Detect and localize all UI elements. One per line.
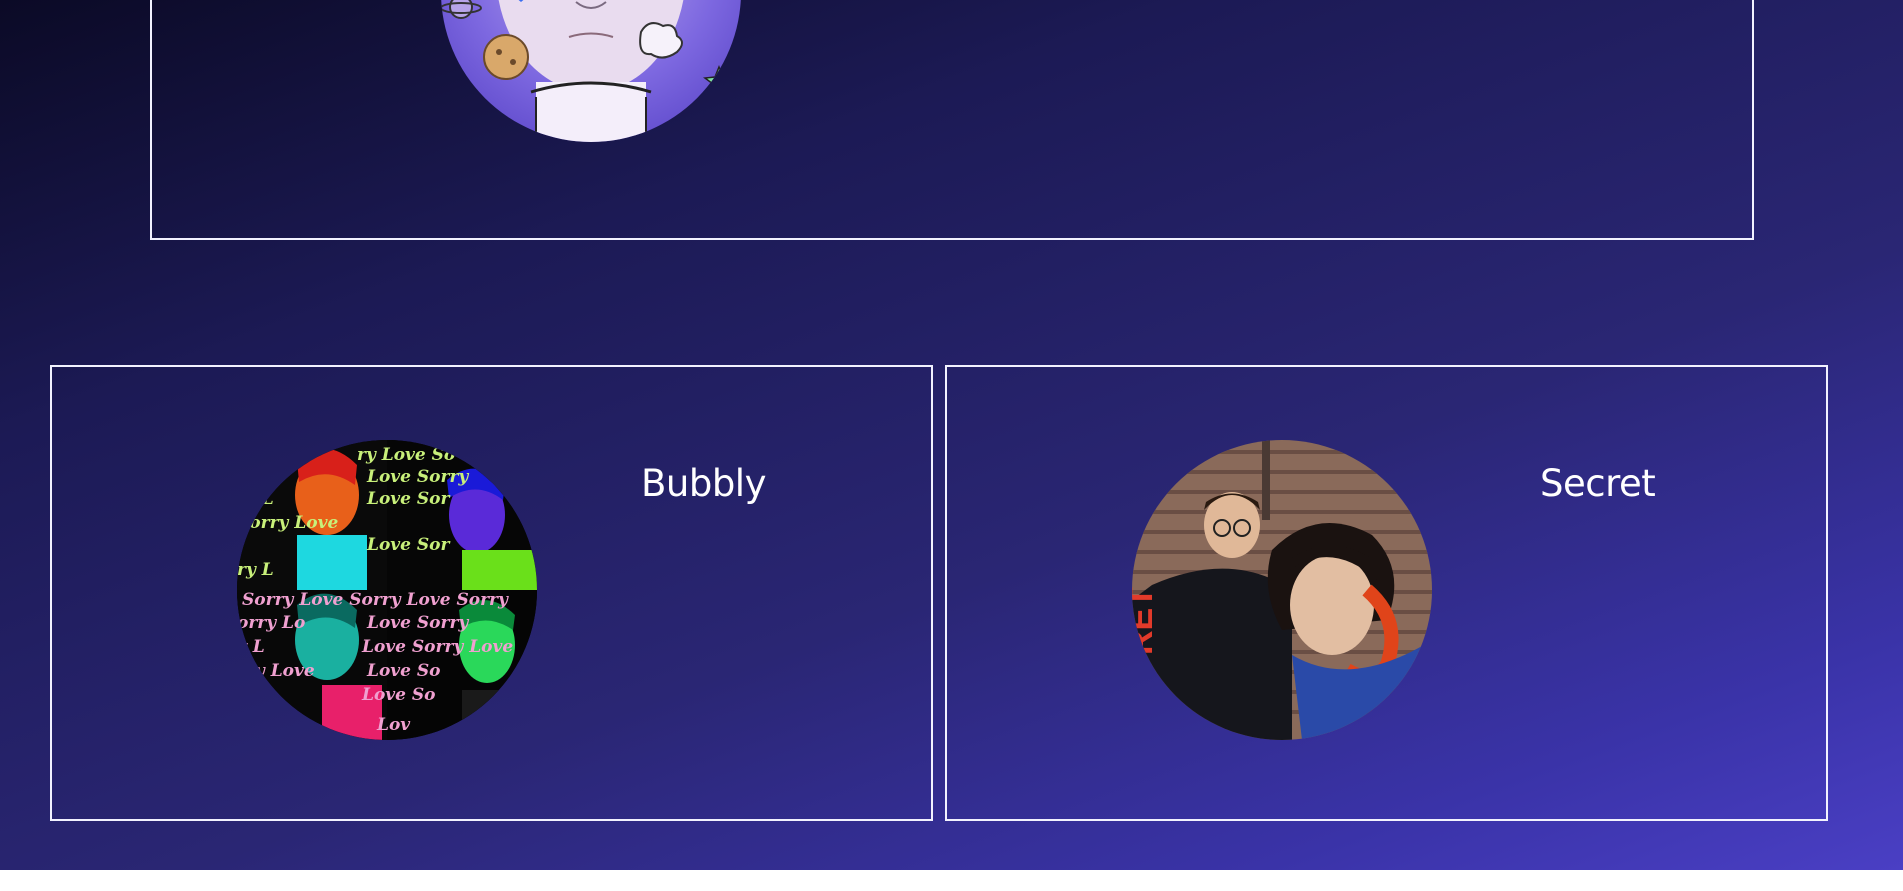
svg-text:Love Sorry Love: Love Sorry Love	[361, 637, 513, 657]
svg-text:ry L: ry L	[237, 560, 274, 580]
svg-text:Love Sor: Love Sor	[366, 535, 451, 555]
two-friends-photo-icon: RET	[1132, 440, 1432, 740]
svg-text:Love Sor: Love Sor	[366, 489, 451, 509]
svg-text:Sorry Love Sorry Love Sorry: Sorry Love Sorry Love Sorry	[242, 590, 509, 610]
svg-text:ry L: ry L	[237, 489, 274, 509]
artist-card-bubbly[interactable]: ry Love So Love Sorry ry L Love Sor Sorr…	[50, 365, 933, 821]
page-footer-strip	[0, 870, 1903, 891]
illustrated-portrait-icon	[441, 0, 741, 142]
pop-art-portrait-icon: ry Love So Love Sorry ry L Love Sor Sorr…	[237, 440, 537, 740]
svg-text:rry Love: rry Love	[237, 661, 315, 681]
page-background: ry Love So Love Sorry ry L Love Sor Sorr…	[0, 0, 1903, 870]
svg-text:y L: y L	[237, 637, 265, 657]
svg-text:Love So: Love So	[366, 661, 441, 681]
svg-text:Love Sorry: Love Sorry	[366, 613, 469, 633]
svg-text:Sorry Love: Sorry Love	[237, 513, 338, 533]
svg-text:Love Sorry: Love Sorry	[366, 467, 469, 487]
artist-card-secret[interactable]: RET Secret	[945, 365, 1828, 821]
svg-text:ry Love So: ry Love So	[357, 445, 455, 465]
artist-title-bubbly[interactable]: Bubbly	[641, 462, 766, 505]
svg-text:orry Lo: orry Lo	[237, 613, 305, 633]
artist-title-secret[interactable]: Secret	[1540, 462, 1656, 505]
svg-text:Lov: Lov	[376, 715, 411, 735]
pop-art-portrait-avatar[interactable]: ry Love So Love Sorry ry L Love Sor Sorr…	[237, 440, 537, 740]
illustrated-portrait-avatar[interactable]	[441, 0, 741, 142]
artist-card-top[interactable]	[150, 0, 1754, 240]
two-friends-photo-avatar[interactable]: RET	[1132, 440, 1432, 740]
svg-text:Love So: Love So	[361, 685, 436, 705]
svg-text:RET: RET	[1132, 587, 1160, 655]
